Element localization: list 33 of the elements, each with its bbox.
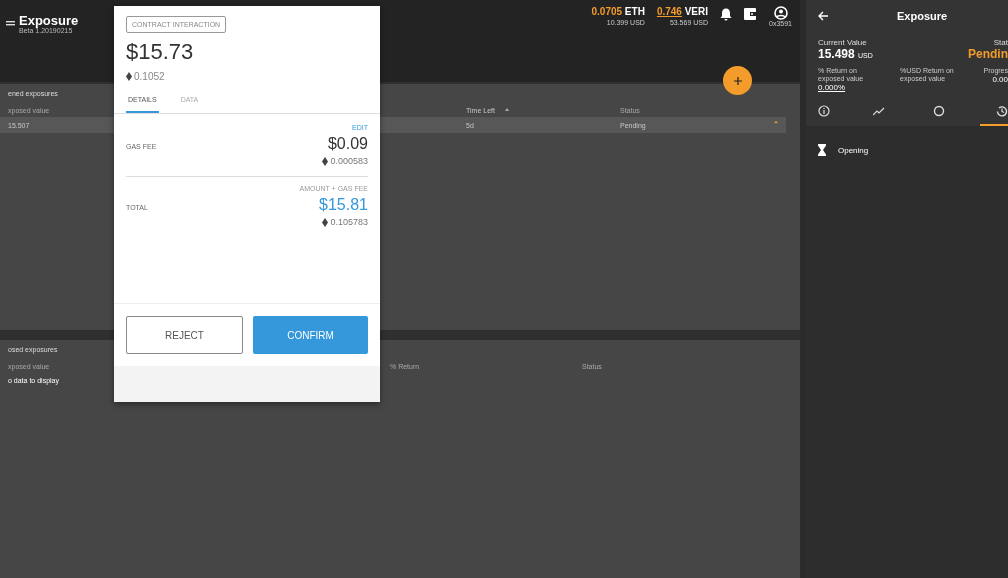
total-eth: 0.105783 [330,217,368,227]
current-value-label: Current Value [818,38,868,47]
app-title: Exposure [19,14,79,27]
balance-amount: 0.0705 ETH [591,6,645,17]
ether-icon [126,72,132,81]
history-icon [995,105,1008,117]
amount-eth: 0.1052 [134,71,165,82]
wallet-icon[interactable] [744,8,758,20]
gas-fee-eth: 0.000583 [330,156,368,166]
account-icon[interactable] [773,6,788,20]
gas-fee-usd: $0.09 [327,135,368,153]
amount: $15.73 [126,39,194,65]
ether-icon [322,156,329,166]
sort-icon[interactable] [505,108,509,111]
hourglass-icon [818,144,826,156]
plus-icon [733,76,742,85]
event-label: Opening [838,145,869,155]
status-label: Stat [993,38,1008,47]
ether-icon [322,217,329,227]
status-value: Pendin [968,47,1008,61]
panel-title: Exposure [897,10,948,22]
bell-icon[interactable] [720,8,733,21]
stat-value: 0.00 [992,75,1008,84]
balance-amount: 0.746 VERI [656,6,709,17]
info-icon [818,105,830,117]
circle-icon [933,105,946,117]
reject-button[interactable]: REJECT [126,316,243,354]
total-usd: $15.81 [319,196,368,214]
back-icon[interactable] [818,11,829,21]
stat-value: 0.000% [818,83,847,92]
confirm-button[interactable]: CONFIRM [253,316,368,354]
chart-icon [872,106,885,116]
caret-icon [774,121,778,123]
